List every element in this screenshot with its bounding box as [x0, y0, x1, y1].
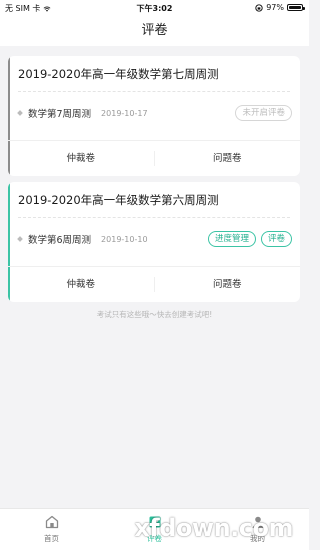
exam-title: 2019-2020年高一年级数学第六周周测	[18, 193, 219, 207]
problem-paper-button[interactable]: 问题卷	[155, 267, 301, 302]
exam-card: 2019-2020年高一年级数学第七周周测 数学第7周周测 2019-10-17…	[8, 56, 300, 176]
page-title: 评卷	[141, 23, 168, 38]
paper-row: 数学第6周周测 2019-10-10 进度管理 评卷	[17, 230, 292, 248]
arbitration-paper-button[interactable]: 仲裁卷	[8, 267, 154, 302]
card-footer: 仲裁卷 问题卷	[8, 267, 300, 302]
exam-card: 2019-2020年高一年级数学第六周周测 数学第6周周测 2019-10-10…	[8, 182, 300, 302]
arbitration-paper-button[interactable]: 仲裁卷	[8, 141, 154, 176]
grading-not-started-button[interactable]: 未开启评卷	[235, 105, 292, 121]
orientation-lock-icon	[255, 3, 263, 12]
problem-paper-button[interactable]: 问题卷	[155, 141, 301, 176]
paper-name: 数学第7周周测	[28, 109, 92, 120]
battery-percent: 97%	[266, 3, 284, 12]
bullet-icon	[17, 236, 23, 242]
status-right: 97%	[255, 3, 305, 12]
paper-date: 2019-10-17	[101, 108, 148, 118]
bullet-icon	[17, 110, 23, 116]
divider	[18, 91, 290, 92]
tab-label: 首页	[44, 534, 59, 543]
paper-actions: 进度管理 评卷	[207, 231, 292, 247]
home-icon	[45, 515, 58, 529]
battery-icon	[287, 4, 305, 11]
paper-date: 2019-10-10	[101, 234, 148, 244]
empty-hint: 考试只有这些哦～快去创建考试吧!	[96, 310, 213, 319]
progress-management-button[interactable]: 进度管理	[207, 231, 256, 247]
card-footer: 仲裁卷 问题卷	[8, 141, 300, 176]
nav-bar: 评卷	[0, 16, 309, 46]
grade-button[interactable]: 评卷	[260, 231, 292, 247]
watermark: xfdown.com	[134, 514, 293, 542]
exam-title: 2019-2020年高一年级数学第七周周测	[18, 67, 219, 81]
paper-name: 数学第6周周测	[28, 235, 92, 246]
paper-actions: 未开启评卷	[235, 105, 292, 121]
tab-home[interactable]: 首页	[0, 509, 103, 550]
divider	[18, 217, 290, 218]
status-bar: 无 SIM 卡 下午3:02 97%	[0, 0, 309, 16]
paper-row: 数学第7周周测 2019-10-17 未开启评卷	[17, 104, 292, 122]
